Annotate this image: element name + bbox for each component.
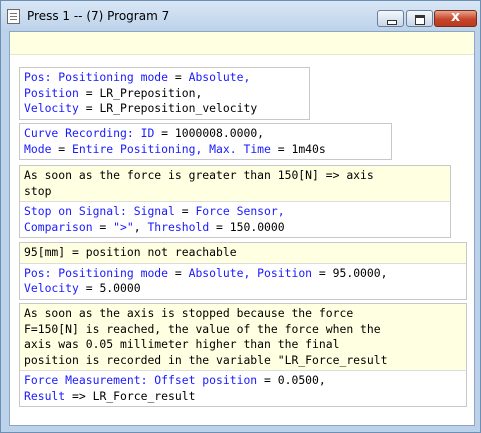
- force-measurement-block[interactable]: As soon as the axis is stopped because t…: [19, 303, 467, 407]
- keyword: Position: [24, 85, 79, 100]
- header-strip: [10, 32, 474, 55]
- text: = 1m40s: [270, 141, 326, 156]
- text: =: [168, 70, 189, 84]
- title-bar[interactable]: Press 1 -- (7) Program 7 x: [1, 1, 480, 31]
- keyword: Velocity: [24, 281, 79, 295]
- comment: As soon as the force is greater than 150…: [20, 166, 450, 201]
- close-button[interactable]: x: [434, 9, 477, 27]
- keyword: Stop on Signal: Signal: [24, 204, 175, 218]
- text: =: [92, 219, 114, 234]
- keyword: Result: [24, 388, 66, 403]
- text: = 95.0000,: [312, 265, 388, 280]
- command-lines: Curve Recording: ID = 1000008.0000, Mode…: [20, 124, 391, 159]
- text: => LR_Force_result: [65, 388, 196, 403]
- value: Entire Positioning, Max. Time: [72, 141, 271, 156]
- close-icon: x: [450, 9, 461, 25]
- keyword: Mode: [24, 141, 52, 156]
- value: Force Sensor,: [195, 204, 285, 218]
- value: ">": [113, 219, 134, 234]
- program-pane[interactable]: Pos: Positioning mode = Absolute, Positi…: [9, 31, 475, 426]
- text: = 150.0000: [209, 219, 285, 234]
- command-lines: Stop on Signal: Signal = Force Sensor, C…: [20, 201, 450, 237]
- text: =: [51, 141, 73, 156]
- keyword: Threshold: [147, 219, 210, 234]
- positioning-block[interactable]: Pos: Positioning mode = Absolute, Positi…: [19, 67, 310, 120]
- text: = LR_Preposition_velocity: [78, 101, 258, 115]
- keyword: Comparison: [24, 219, 93, 234]
- window-title: Press 1 -- (7) Program 7: [27, 9, 170, 23]
- comment: As soon as the axis is stopped because t…: [20, 304, 466, 370]
- command-lines: Pos: Positioning mode = Absolute, Positi…: [20, 262, 466, 299]
- comment: 95[mm] = position not reachable: [20, 243, 466, 263]
- text: = LR_Preposition,: [78, 85, 203, 100]
- minimize-button[interactable]: [377, 10, 404, 27]
- document-icon: [7, 9, 20, 24]
- command-lines: Pos: Positioning mode = Absolute, Positi…: [20, 68, 309, 119]
- keyword: Velocity: [24, 101, 79, 115]
- text: ,: [133, 219, 148, 234]
- keyword: Force Measurement: Offset position: [24, 373, 258, 387]
- value: Absolute,: [188, 70, 251, 84]
- position-check-block[interactable]: 95[mm] = position not reachable Pos: Pos…: [19, 242, 467, 300]
- keyword: Curve Recording: ID: [24, 126, 155, 140]
- value: Absolute, Position: [188, 265, 313, 280]
- text: =: [168, 265, 189, 280]
- text: =: [174, 204, 196, 218]
- curve-recording-block[interactable]: Curve Recording: ID = 1000008.0000, Mode…: [19, 123, 392, 160]
- text: = 5.0000: [78, 281, 141, 295]
- command-lines: Force Measurement: Offset position = 0.0…: [20, 370, 466, 406]
- program-window: Press 1 -- (7) Program 7 x Pos: Position…: [0, 0, 481, 433]
- text: = 1000008.0000,: [154, 126, 265, 140]
- stop-on-signal-block[interactable]: As soon as the force is greater than 150…: [19, 165, 451, 238]
- keyword: Pos: Positioning mode: [24, 265, 169, 280]
- text: = 0.0500,: [257, 373, 326, 387]
- keyword: Pos: Positioning mode: [24, 70, 169, 84]
- maximize-button[interactable]: [406, 10, 433, 27]
